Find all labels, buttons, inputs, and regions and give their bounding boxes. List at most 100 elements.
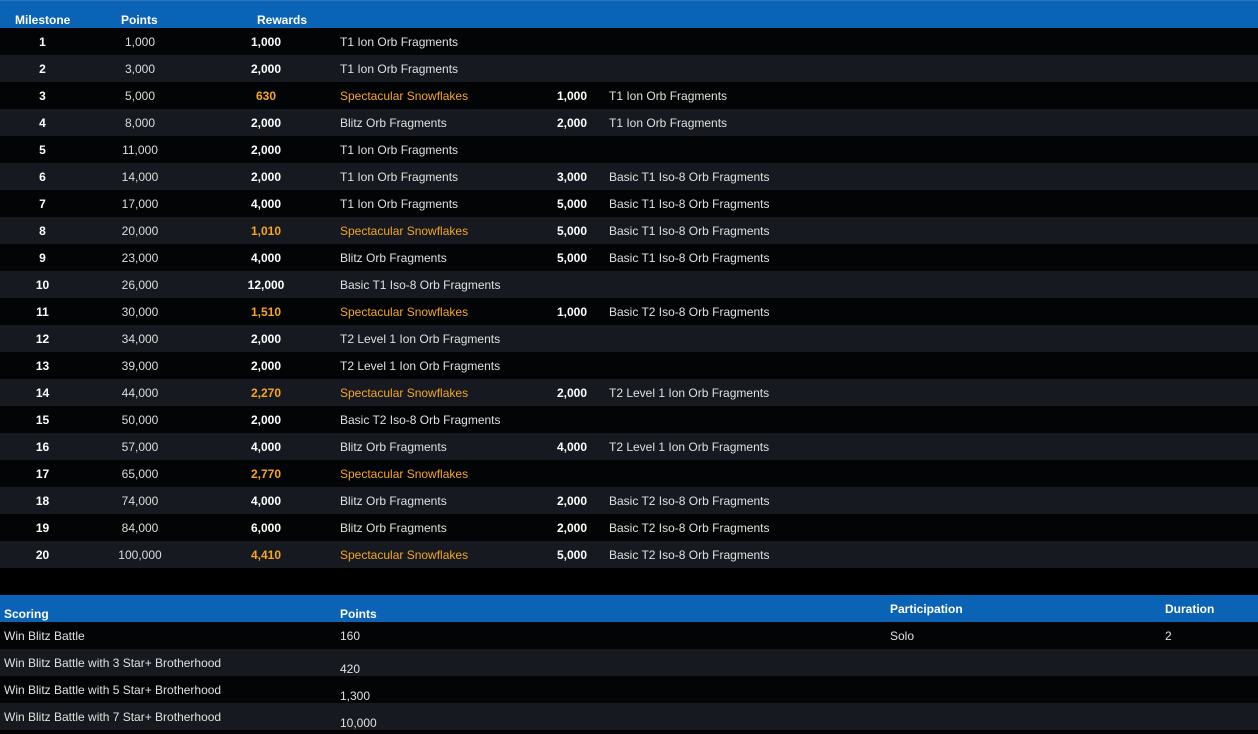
reward-1-amount: 1,510 bbox=[250, 305, 282, 319]
reward-1-name: T1 Ion Orb Fragments bbox=[340, 143, 459, 157]
milestone-points: 8,000 bbox=[124, 116, 156, 130]
reward-1-name: T1 Ion Orb Fragments bbox=[340, 35, 459, 49]
reward-1-name: Spectacular Snowflakes bbox=[340, 548, 469, 562]
milestone-points: 65,000 bbox=[121, 467, 159, 481]
reward-2-amount: 5,000 bbox=[556, 197, 588, 211]
table-row: 11 30,000 1,510 Spectacular Snowflakes 1,000… bbox=[0, 298, 1258, 325]
reward-1-amount: 2,770 bbox=[250, 467, 282, 481]
reward-1-name: Blitz Orb Fragments bbox=[340, 251, 447, 265]
milestone-points: 11,000 bbox=[122, 143, 158, 157]
reward-1-name: Spectacular Snowflakes bbox=[340, 386, 469, 400]
milestone-number: 20 bbox=[35, 548, 50, 562]
reward-1-amount: 2,000 bbox=[250, 359, 282, 373]
scoring-points: 420 bbox=[340, 662, 361, 676]
reward-1-amount: 4,000 bbox=[250, 440, 282, 454]
table-row: 18 74,000 4,000 Blitz Orb Fragments 2,000 Bas… bbox=[0, 487, 1258, 514]
table-row: 3 5,000 630 Spectacular Snowflakes 1,000 T1 I… bbox=[0, 82, 1258, 109]
reward-2-name: T1 Ion Orb Fragments bbox=[609, 89, 728, 103]
milestone-number: 17 bbox=[35, 467, 50, 481]
milestone-points: 39,000 bbox=[121, 359, 159, 373]
reward-1-name: Blitz Orb Fragments bbox=[340, 494, 447, 508]
duration-column-header: Duration bbox=[1165, 602, 1215, 616]
reward-2-amount: 1,000 bbox=[556, 89, 588, 103]
milestone-number: 2 bbox=[39, 62, 46, 76]
reward-2-name: T1 Ion Orb Fragments bbox=[609, 116, 728, 130]
reward-2-amount: 5,000 bbox=[556, 548, 588, 562]
reward-1-name: Blitz Orb Fragments bbox=[340, 521, 447, 535]
rewards-column-header: Rewards bbox=[257, 13, 308, 27]
table-row: 4 8,000 2,000 Blitz Orb Fragments 2,000 T1 Io… bbox=[0, 109, 1258, 136]
milestone-points: 34,000 bbox=[121, 332, 159, 346]
reward-1-name: T1 Ion Orb Fragments bbox=[340, 62, 459, 76]
reward-1-name: T2 Level 1 Ion Orb Fragments bbox=[340, 359, 501, 373]
reward-2-amount: 2,000 bbox=[556, 521, 588, 535]
reward-2-amount: 4,000 bbox=[556, 440, 588, 454]
milestone-number: 3 bbox=[39, 89, 46, 103]
milestone-number: 11 bbox=[36, 305, 49, 319]
scoring-points: 160 bbox=[340, 629, 361, 643]
table-row: 1 1,000 1,000 T1 Ion Orb Fragments bbox=[0, 28, 1258, 55]
reward-1-amount: 2,000 bbox=[250, 116, 282, 130]
milestone-number: 9 bbox=[39, 251, 46, 265]
reward-1-name: Basic T1 Iso-8 Orb Fragments bbox=[340, 278, 501, 292]
reward-1-amount: 12,000 bbox=[247, 278, 285, 292]
reward-2-amount: 2,000 bbox=[556, 494, 588, 508]
reward-2-name: T2 Level 1 Ion Orb Fragments bbox=[609, 386, 770, 400]
reward-2-name: Basic T2 Iso-8 Orb Fragments bbox=[609, 521, 770, 535]
scoring-points: 1,300 bbox=[340, 689, 371, 703]
reward-1-amount: 4,000 bbox=[250, 197, 282, 211]
reward-1-name: T1 Ion Orb Fragments bbox=[340, 170, 459, 184]
reward-1-amount: 4,000 bbox=[250, 494, 282, 508]
reward-2-amount: 5,000 bbox=[556, 224, 588, 238]
milestone-points: 17,000 bbox=[121, 197, 159, 211]
reward-1-name: Blitz Orb Fragments bbox=[340, 440, 447, 454]
table-row: Win Blitz Battle with 5 Star+ Brotherhoo… bbox=[0, 676, 1258, 703]
milestone-points: 14,000 bbox=[121, 170, 159, 184]
reward-1-name: Blitz Orb Fragments bbox=[340, 116, 447, 130]
table-row: 2 3,000 2,000 T1 Ion Orb Fragments bbox=[0, 55, 1258, 82]
milestone-number: 5 bbox=[39, 143, 46, 157]
reward-2-name: Basic T2 Iso-8 Orb Fragments bbox=[609, 548, 770, 562]
scoring-points: 10,000 bbox=[340, 716, 377, 730]
milestone-column-header: Milestone bbox=[15, 13, 71, 27]
milestone-number: 18 bbox=[35, 494, 50, 508]
milestone-points: 3,000 bbox=[124, 62, 156, 76]
reward-1-name: Basic T2 Iso-8 Orb Fragments bbox=[340, 413, 501, 427]
milestone-number: 8 bbox=[39, 224, 46, 238]
milestone-points: 1,000 bbox=[124, 35, 156, 49]
milestone-number: 10 bbox=[35, 278, 50, 292]
milestone-points: 5,000 bbox=[124, 89, 156, 103]
scoring-table-header: Scoring Points Participation Duration bbox=[0, 595, 1258, 622]
reward-1-name: T1 Ion Orb Fragments bbox=[340, 197, 459, 211]
table-row: Win Blitz Battle with 3 Star+ Brotherhoo… bbox=[0, 649, 1258, 676]
table-row: 16 57,000 4,000 Blitz Orb Fragments 4,000 T2 … bbox=[0, 433, 1258, 460]
reward-1-amount: 4,000 bbox=[250, 251, 282, 265]
table-row: 14 44,000 2,270 Spectacular Snowflakes 2,000… bbox=[0, 379, 1258, 406]
milestone-number: 6 bbox=[39, 170, 46, 184]
milestone-number: 15 bbox=[35, 413, 50, 427]
milestone-points: 100,000 bbox=[118, 548, 162, 562]
table-row: 15 50,000 2,000 Basic T2 Iso-8 Orb Fragment… bbox=[0, 406, 1258, 433]
milestone-points: 57,000 bbox=[121, 440, 159, 454]
reward-2-amount: 1,000 bbox=[556, 305, 588, 319]
points-column-header: Points bbox=[121, 13, 158, 27]
reward-1-amount: 1,000 bbox=[250, 35, 282, 49]
reward-1-amount: 1,010 bbox=[250, 224, 282, 238]
table-row: 5 11,000 2,000 T1 Ion Orb Fragments bbox=[0, 136, 1258, 163]
reward-2-amount: 2,000 bbox=[556, 116, 588, 130]
reward-2-name: Basic T1 Iso-8 Orb Fragments bbox=[609, 170, 770, 184]
scoring-column-header: Scoring bbox=[4, 607, 49, 621]
milestone-number: 19 bbox=[35, 521, 50, 535]
reward-1-name: T2 Level 1 Ion Orb Fragments bbox=[340, 332, 501, 346]
reward-2-amount: 3,000 bbox=[556, 170, 588, 184]
reward-2-name: Basic T2 Iso-8 Orb Fragments bbox=[609, 494, 770, 508]
reward-1-amount: 2,000 bbox=[250, 413, 282, 427]
reward-1-amount: 2,270 bbox=[250, 386, 282, 400]
table-row: 7 17,000 4,000 T1 Ion Orb Fragments 5,000 Bas… bbox=[0, 190, 1258, 217]
scoring-points-column-header: Points bbox=[340, 607, 377, 621]
milestone-points: 44,000 bbox=[121, 386, 159, 400]
scoring-label: Win Blitz Battle with 5 Star+ Brotherhoo… bbox=[4, 683, 222, 697]
milestone-points: 84,000 bbox=[121, 521, 159, 535]
milestone-points: 74,000 bbox=[121, 494, 159, 508]
reward-2-name: Basic T2 Iso-8 Orb Fragments bbox=[609, 305, 770, 319]
